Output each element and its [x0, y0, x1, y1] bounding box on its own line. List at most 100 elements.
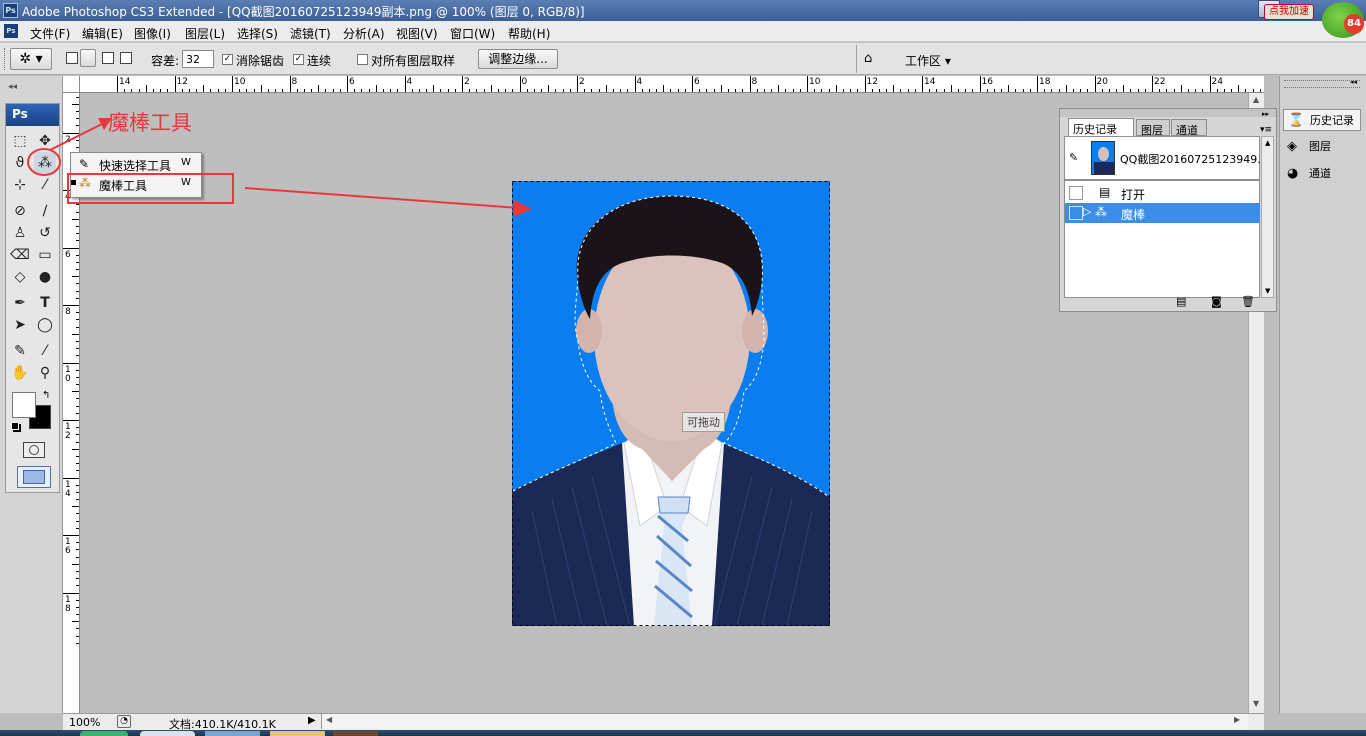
- dodge-tool-icon[interactable]: ●: [34, 266, 56, 288]
- intersect-selection-icon[interactable]: [120, 52, 132, 64]
- history-scrollbar[interactable]: ▲ ▼: [1261, 136, 1274, 298]
- pen-tool-icon[interactable]: ✒: [9, 292, 31, 314]
- menu-image[interactable]: 图像(I): [134, 25, 171, 42]
- flyout-item-quick-selection[interactable]: ✎ 快速选择工具 W: [73, 155, 199, 174]
- options-grip[interactable]: [4, 48, 7, 70]
- ruler-label: 0: [521, 77, 528, 87]
- dock-expand-icon[interactable]: ◂◂: [1350, 78, 1357, 86]
- history-brush-source-icon[interactable]: ✎: [1069, 151, 1078, 164]
- default-colors-icon[interactable]: [11, 422, 19, 430]
- ps-menu-icon[interactable]: Ps: [4, 24, 18, 38]
- collapse-tools-icon[interactable]: ◂◂: [8, 82, 17, 92]
- document-image[interactable]: 可拖动: [512, 181, 830, 626]
- open-document-icon: ▤: [1099, 185, 1111, 199]
- new-selection-icon[interactable]: [66, 52, 78, 64]
- foreground-color-swatch[interactable]: [12, 392, 36, 418]
- history-brush-icon[interactable]: ↺: [34, 222, 56, 244]
- tool-preset-picker[interactable]: ✲ ▾: [10, 48, 52, 70]
- ellipse-tool-icon[interactable]: ◯: [34, 314, 56, 336]
- history-icon: ⌛: [1288, 113, 1305, 128]
- contiguous-checkbox[interactable]: ✓: [293, 54, 304, 65]
- add-selection-icon[interactable]: [80, 49, 96, 67]
- menu-help[interactable]: 帮助(H): [508, 25, 550, 42]
- panel-collapse-icon[interactable]: ▸▸: [1262, 110, 1269, 118]
- flyout-item-magic-wand[interactable]: ⁂ 魔棒工具 W: [71, 175, 199, 194]
- bridge-icon[interactable]: ⌂: [864, 51, 886, 67]
- new-snapshot-icon[interactable]: ◙: [1211, 295, 1222, 308]
- marquee-tool-icon[interactable]: ⬚: [9, 130, 31, 152]
- refine-edge-button[interactable]: 调整边缘...: [478, 49, 558, 69]
- history-item-magic-wand[interactable]: ▷ ⁂ 魔棒: [1065, 203, 1260, 223]
- eraser-tool-icon[interactable]: ⌫: [9, 244, 31, 266]
- dock-history-button[interactable]: ⌛ 历史记录: [1283, 109, 1361, 131]
- tab-history[interactable]: 历史记录×: [1068, 118, 1134, 150]
- taskbar-app-photoshop[interactable]: [333, 731, 378, 736]
- zoom-tool-icon[interactable]: ⚲: [34, 362, 56, 384]
- subtract-selection-icon[interactable]: [102, 52, 114, 64]
- tab-channels[interactable]: 通道: [1171, 119, 1207, 137]
- flyout-item-shortcut: W: [181, 177, 191, 188]
- speed-ball-icon[interactable]: 84: [1322, 2, 1364, 38]
- ruler-minor-tick: [778, 85, 780, 92]
- taskbar-app-explorer[interactable]: [205, 731, 260, 736]
- new-document-from-state-icon[interactable]: ▤: [1176, 295, 1186, 308]
- brush-tool-icon[interactable]: ∕: [34, 200, 56, 222]
- tab-layers[interactable]: 图层: [1136, 119, 1170, 137]
- sample-all-checkbox[interactable]: [357, 54, 368, 65]
- speedup-badge[interactable]: 点我加速: [1264, 4, 1314, 20]
- taskbar-app-folder[interactable]: [270, 731, 325, 736]
- hand-tool-icon[interactable]: ✋: [9, 362, 31, 384]
- history-state-checkbox[interactable]: [1069, 186, 1083, 200]
- dock-channels-button[interactable]: ◕ 通道: [1283, 163, 1361, 185]
- healing-brush-icon[interactable]: ⊘: [9, 200, 31, 222]
- crop-tool-icon[interactable]: ⊹: [9, 174, 31, 196]
- slice-tool-icon[interactable]: ⁄: [34, 174, 56, 196]
- dock-grip[interactable]: [1284, 80, 1360, 88]
- notes-tool-icon[interactable]: ✎: [9, 340, 31, 362]
- path-selection-icon[interactable]: ➤: [9, 314, 31, 336]
- menu-analysis[interactable]: 分析(A): [343, 25, 385, 42]
- antialias-checkbox[interactable]: ✓: [222, 54, 233, 65]
- ruler-minor-tick: [433, 85, 435, 92]
- menu-filter[interactable]: 滤镜(T): [290, 25, 331, 42]
- menu-edit[interactable]: 编辑(E): [82, 25, 123, 42]
- type-tool-icon[interactable]: T: [34, 292, 56, 314]
- tolerance-input[interactable]: [182, 50, 214, 68]
- gradient-tool-icon[interactable]: ▭: [34, 244, 56, 266]
- move-tool-icon[interactable]: ✥: [34, 130, 56, 152]
- workspace-menu[interactable]: 工作区 ▾: [905, 52, 951, 69]
- ruler-minor-tick: [490, 85, 492, 92]
- ruler-major-tick: [519, 76, 521, 92]
- history-state-checkbox[interactable]: [1069, 206, 1083, 220]
- dock-layers-button[interactable]: ◈ 图层: [1283, 136, 1361, 158]
- menu-layer[interactable]: 图层(L): [185, 25, 225, 42]
- menu-window[interactable]: 窗口(W): [450, 25, 495, 42]
- status-menu-arrow[interactable]: ▶: [308, 715, 316, 726]
- magic-wand-tool-icon[interactable]: ⁂: [34, 152, 56, 174]
- history-item-open[interactable]: ▤ 打开: [1065, 183, 1260, 203]
- ruler-label: 1 4: [65, 479, 71, 499]
- panel-menu-icon[interactable]: ▾≡: [1260, 125, 1272, 135]
- zoom-level[interactable]: 100%: [69, 716, 100, 729]
- taskbar-app-browser[interactable]: [140, 731, 195, 736]
- screen-mode-icon[interactable]: [17, 466, 51, 488]
- lasso-tool-icon[interactable]: ϑ: [9, 152, 31, 174]
- menu-file[interactable]: 文件(F): [30, 25, 70, 42]
- swap-colors-icon[interactable]: ↰: [42, 390, 50, 401]
- menu-select[interactable]: 选择(S): [237, 25, 278, 42]
- clone-stamp-icon[interactable]: ♙: [9, 222, 31, 244]
- status-preview-icon[interactable]: ◔: [117, 715, 131, 728]
- flyout-item-shortcut: W: [181, 157, 191, 168]
- eyedropper-tool-icon[interactable]: ⁄: [34, 340, 56, 362]
- ps-logo: Ps: [6, 104, 59, 126]
- blur-tool-icon[interactable]: ◇: [9, 266, 31, 288]
- horizontal-scrollbar[interactable]: ◀ ▶: [321, 714, 1248, 729]
- quick-mask-icon[interactable]: [23, 442, 45, 458]
- ruler-origin[interactable]: [63, 76, 80, 93]
- history-snapshot[interactable]: ✎ QQ截图20160725123949...: [1065, 137, 1268, 181]
- taskbar-app-wechat[interactable]: [80, 731, 128, 736]
- menu-view[interactable]: 视图(V): [396, 25, 438, 42]
- delete-state-icon[interactable]: 🗑: [1241, 295, 1255, 308]
- ruler-major-tick: [174, 76, 176, 92]
- panel-title-strip[interactable]: [1060, 109, 1276, 117]
